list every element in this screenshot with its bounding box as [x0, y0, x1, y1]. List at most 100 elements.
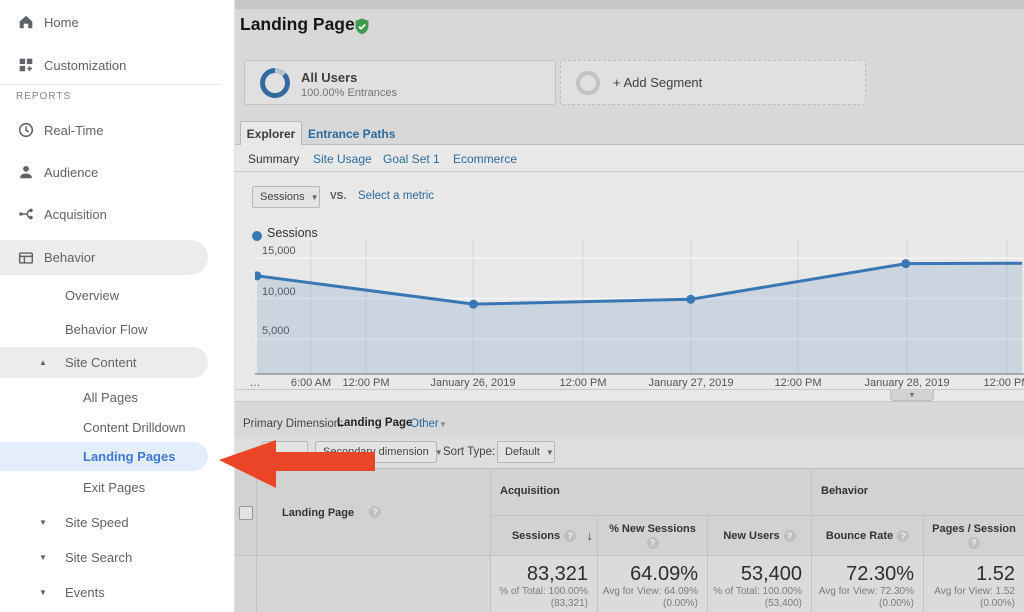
segment-all-users[interactable]: All Users 100.00% Entrances	[244, 60, 556, 105]
column-header-landing-page[interactable]: Landing Page ?	[257, 468, 491, 556]
x-axis-tick: January 28, 2019	[864, 377, 949, 389]
sidebar-item-site-speed[interactable]: ▼ Site Speed	[0, 508, 208, 536]
column-header-new-users[interactable]: New Users ?	[708, 516, 812, 556]
primary-dimension-value[interactable]: Landing Page	[337, 417, 412, 429]
caret-up-icon: ▲	[39, 358, 47, 367]
total-value: 64.09%	[598, 563, 707, 586]
total-value: 72.30%	[812, 563, 923, 586]
caret-down-icon: ▼	[39, 553, 47, 562]
clock-icon	[16, 120, 36, 140]
chevron-down-icon: ▼	[311, 193, 319, 202]
x-axis-tick: January 27, 2019	[648, 377, 733, 389]
sidebar-item-site-content[interactable]: ▲ Site Content	[0, 347, 208, 378]
sort-type-dropdown[interactable]: Default ▼	[497, 441, 555, 463]
vs-label: VS.	[330, 191, 346, 202]
total-subtext: (0.00%)	[812, 598, 923, 610]
sidebar-item-label: Behavior	[44, 250, 95, 265]
tab-explorer[interactable]: Explorer	[240, 121, 302, 145]
sidebar-divider	[0, 84, 220, 85]
column-header-new-sessions[interactable]: % New Sessions ?	[598, 516, 708, 556]
sidebar-item-audience[interactable]: Audience	[0, 158, 208, 186]
table-select-all-cell	[234, 468, 257, 556]
totals-cell-new-sessions: 64.09% Avg for View: 64.09% (0.00%)	[598, 556, 708, 612]
add-segment-button[interactable]: + Add Segment	[560, 60, 866, 105]
sidebar-item-behavior-flow[interactable]: Behavior Flow	[0, 315, 208, 343]
group-header-label: Acquisition	[500, 485, 560, 497]
sidebar-item-label: Customization	[44, 58, 126, 73]
sidebar-item-label: Real-Time	[44, 123, 103, 138]
help-icon[interactable]: ?	[897, 530, 909, 542]
total-value: 83,321	[491, 563, 597, 586]
x-axis-tick: 12:00 PM	[774, 377, 821, 389]
x-axis-tick: …	[250, 377, 261, 389]
select-all-checkbox[interactable]	[239, 506, 253, 520]
sessions-line-chart	[255, 240, 1024, 375]
chevron-down-icon: ▼	[439, 420, 447, 429]
subnav-summary[interactable]: Summary	[248, 152, 299, 166]
group-header-behavior: Behavior	[812, 468, 1024, 516]
sidebar-item-site-search[interactable]: ▼ Site Search	[0, 543, 208, 571]
select-metric-link[interactable]: Select a metric	[358, 190, 434, 202]
sidebar-item-label: Acquisition	[44, 207, 107, 222]
chevron-down-icon: ▼	[546, 448, 554, 457]
data-point	[686, 295, 695, 304]
totals-row-checkbox-cell	[234, 556, 257, 612]
sidebar-item-landing-pages[interactable]: Landing Pages	[0, 442, 208, 471]
chart-collapse-handle[interactable]: ▼	[890, 390, 934, 401]
tab-label: Explorer	[247, 127, 296, 141]
sidebar-item-label: Overview	[65, 288, 119, 303]
subnav-site-usage[interactable]: Site Usage	[313, 152, 372, 166]
sidebar-item-label: Exit Pages	[83, 480, 145, 495]
legend-label: Sessions	[267, 226, 318, 240]
total-subtext: (0.00%)	[598, 598, 707, 610]
help-icon[interactable]: ?	[968, 537, 980, 549]
sidebar-item-label: Landing Pages	[83, 449, 175, 464]
add-segment-label: + Add Segment	[613, 75, 702, 90]
data-point	[901, 259, 910, 268]
sidebar-item-exit-pages[interactable]: Exit Pages	[0, 473, 208, 501]
totals-row-landing-page-cell	[257, 556, 491, 612]
sidebar-item-label: All Pages	[83, 390, 138, 405]
sidebar: Home Customization REPORTS Real-Time Aud…	[0, 0, 235, 612]
column-header-label: Sessions	[512, 530, 560, 542]
sort-type-value: Default	[505, 446, 540, 458]
subnav-goal-set-1[interactable]: Goal Set 1	[383, 152, 440, 166]
total-subtext: % of Total: 100.00%	[708, 586, 811, 598]
ga-landing-pages-screen: { "sidebar": { "reports_label": "REPORTS…	[0, 0, 1024, 612]
column-header-bounce-rate[interactable]: Bounce Rate ?	[812, 516, 924, 556]
chevron-down-icon: ▼	[435, 448, 443, 457]
sidebar-item-overview[interactable]: Overview	[0, 281, 208, 309]
sidebar-item-home[interactable]: Home	[0, 8, 208, 36]
home-icon	[16, 12, 36, 32]
metric-dropdown[interactable]: Sessions ▼	[252, 186, 320, 208]
x-axis-tick: 6:00 AM	[291, 377, 331, 389]
sidebar-item-content-drilldown[interactable]: Content Drilldown	[0, 413, 208, 441]
metric-dropdown-label: Sessions	[260, 191, 305, 203]
help-icon[interactable]: ?	[647, 537, 659, 549]
sidebar-item-real-time[interactable]: Real-Time	[0, 116, 208, 144]
column-header-label: New Users	[723, 530, 779, 542]
sidebar-item-acquisition[interactable]: Acquisition	[0, 200, 208, 228]
column-header-sessions[interactable]: Sessions ? ↓	[491, 516, 598, 556]
sidebar-item-label: Site Content	[65, 355, 137, 370]
tab-entrance-paths[interactable]: Entrance Paths	[308, 127, 395, 141]
total-subtext: (0.00%)	[924, 598, 1024, 610]
column-header-pages-session[interactable]: Pages / Session ?	[924, 516, 1024, 556]
sidebar-item-label: Home	[44, 15, 79, 30]
sidebar-item-behavior[interactable]: Behavior	[0, 240, 208, 275]
subnav-ecommerce[interactable]: Ecommerce	[453, 152, 517, 166]
total-subtext: (83,321)	[491, 598, 597, 610]
verified-shield-icon	[352, 17, 372, 44]
primary-dimension-other[interactable]: Other	[410, 418, 439, 430]
column-header-label: Pages / Session	[932, 523, 1016, 535]
total-subtext: Avg for View: 64.09%	[598, 586, 707, 598]
sidebar-item-customization[interactable]: Customization	[0, 51, 208, 79]
sidebar-item-all-pages[interactable]: All Pages	[0, 383, 208, 411]
help-icon[interactable]: ?	[564, 530, 576, 542]
x-axis-tick: January 26, 2019	[430, 377, 515, 389]
help-icon[interactable]: ?	[369, 506, 381, 518]
sidebar-item-events[interactable]: ▼ Events	[0, 578, 208, 606]
total-subtext: Avg for View: 72.30%	[812, 586, 923, 598]
page-title: Landing Pages	[240, 14, 364, 35]
help-icon[interactable]: ?	[784, 530, 796, 542]
